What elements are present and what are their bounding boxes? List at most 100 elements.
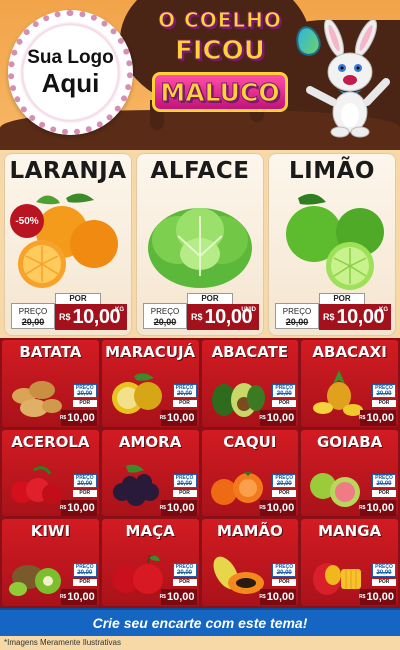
por-label: POR xyxy=(372,579,396,587)
old-price-box: PREÇO 20,00 xyxy=(272,563,297,578)
por-label: POR xyxy=(172,489,197,497)
old-price-box: PREÇO 20,00 xyxy=(372,563,396,578)
current-price-box: R$ 10,00 xyxy=(259,589,297,606)
por-label: POR xyxy=(72,489,97,497)
price: 10,00 xyxy=(166,412,195,424)
currency: R$ xyxy=(259,594,266,601)
old-price-box: PREÇO 20,00 xyxy=(72,473,97,488)
product-name: ALFACE xyxy=(150,158,250,184)
old-price-box: PREÇO 20,00 xyxy=(372,473,396,488)
flyer: Sua Logo Aqui O COELHO FICOU MALUCO LARA… xyxy=(0,0,400,650)
current-price-box: R$ 10,00 xyxy=(359,410,396,426)
orange-icon xyxy=(18,193,118,288)
por-label: POR xyxy=(72,579,97,587)
product-card: MAÇA PREÇO 20,00 POR R$ 10,00 xyxy=(101,519,199,606)
product-card: GOIABA PREÇO 20,00 POR R$ 10,00 xyxy=(301,429,398,517)
price: 10,00 xyxy=(266,501,295,514)
lettuce-icon xyxy=(148,208,252,288)
preco-label: PREÇO xyxy=(75,474,94,481)
product-card: MARACUJÁ PREÇO 20,00 POR R$ 10,00 xyxy=(101,340,199,427)
featured-products: LARANJA -50% POR PREÇO 20,00 R$ 10,00 KG… xyxy=(4,153,396,336)
old-price: 20,00 xyxy=(376,480,392,487)
product-name: ACEROLA xyxy=(11,432,90,451)
old-price: 20,00 xyxy=(176,480,192,487)
mango-icon xyxy=(313,563,362,596)
product-name: CAQUI xyxy=(223,432,277,451)
product-grid: BATATA PREÇO 20,00 POR R$ 10,00 MARACUJÁ… xyxy=(0,338,400,608)
product-card: AMORA PREÇO 20,00 POR R$ 10,00 xyxy=(101,429,199,517)
product-name: MANGA xyxy=(318,522,382,541)
unit: KG xyxy=(379,307,388,313)
product-card: BATATA PREÇO 20,00 POR R$ 10,00 xyxy=(2,340,99,427)
price-tag: POR PREÇO 20,00 R$ 10,00 KG xyxy=(275,293,391,333)
currency: R$ xyxy=(159,504,166,511)
price: 10,00 xyxy=(366,501,394,514)
old-price: 20,00 xyxy=(176,391,192,397)
price: 10,00 xyxy=(166,501,195,514)
price: 10,00 xyxy=(366,591,394,604)
product-name: GOIABA xyxy=(316,432,383,451)
price-tag: POR PREÇO 20,00 R$ 10,00 UNID xyxy=(143,293,259,333)
old-price-box: PREÇO 20,00 xyxy=(172,473,197,488)
old-price-box: PREÇO 20,00 xyxy=(11,303,55,329)
persimmon-icon xyxy=(210,471,263,505)
currency: R$ xyxy=(359,504,366,511)
product-name: ABACAXI xyxy=(312,343,387,361)
preco-label: PREÇO xyxy=(18,307,48,316)
por-label: POR xyxy=(272,489,297,497)
current-price-box: R$ 10,00 xyxy=(359,589,396,606)
current-price-box: R$ 10,00 xyxy=(259,410,297,426)
bunny-mascot-icon xyxy=(306,20,390,138)
currency: R$ xyxy=(259,504,266,511)
unit: UNID xyxy=(241,307,256,313)
product-name: MARACUJÁ xyxy=(105,343,196,361)
old-price-box: PREÇO 20,00 xyxy=(272,384,297,398)
old-price: 20,00 xyxy=(285,317,309,327)
cta-banner[interactable]: Crie seu encarte com este tema! xyxy=(0,608,400,636)
currency: R$ xyxy=(359,415,366,421)
title-top: O COELHO xyxy=(158,8,282,33)
price: 10,00 xyxy=(67,412,95,424)
price-tag: POR PREÇO 20,00 R$ 10,00 KG xyxy=(11,293,127,333)
old-price: 20,00 xyxy=(77,391,93,397)
old-price: 20,00 xyxy=(276,570,292,577)
price: 10,00 xyxy=(72,305,121,328)
header-banner: Sua Logo Aqui O COELHO FICOU MALUCO xyxy=(0,0,400,150)
unit: KG xyxy=(115,307,124,313)
old-price: 20,00 xyxy=(276,480,292,487)
passionfruit-icon xyxy=(111,373,162,414)
current-price-box: R$ 10,00 xyxy=(259,499,297,516)
featured-card: ALFACE POR PREÇO 20,00 R$ 10,00 UNID xyxy=(136,153,264,336)
currency: R$ xyxy=(259,415,266,421)
preco-label: PREÇO xyxy=(175,474,194,481)
product-card: ACEROLA PREÇO 20,00 POR R$ 10,00 xyxy=(2,429,99,517)
guava-icon xyxy=(310,472,361,507)
preco-label: PREÇO xyxy=(150,307,180,316)
old-price-box: PREÇO 20,00 xyxy=(172,384,197,398)
currency: R$ xyxy=(59,504,67,511)
old-price: 20,00 xyxy=(77,570,93,577)
price: 10,00 xyxy=(366,412,394,424)
product-card: ABACATE PREÇO 20,00 POR R$ 10,00 xyxy=(201,340,299,427)
current-price-box: R$ 10,00 KG xyxy=(319,304,391,330)
title-bottom: MALUCO xyxy=(152,72,288,112)
product-name: MAMÃO xyxy=(216,522,283,541)
preco-label: PREÇO xyxy=(282,307,312,316)
price: 10,00 xyxy=(67,501,95,514)
por-label: POR xyxy=(272,579,297,587)
old-price: 20,00 xyxy=(21,317,45,327)
current-price-box: R$ 10,00 xyxy=(160,589,197,606)
product-card: CAQUI PREÇO 20,00 POR R$ 10,00 xyxy=(201,429,299,517)
product-card: MAMÃO PREÇO 20,00 POR R$ 10,00 xyxy=(201,519,299,606)
product-card: ABACAXI PREÇO 20,00 POR R$ 10,00 xyxy=(301,340,398,427)
pineapple-icon xyxy=(313,370,364,416)
currency: R$ xyxy=(59,312,71,322)
current-price-box: R$ 10,00 xyxy=(160,410,197,426)
current-price-box: R$ 10,00 xyxy=(359,499,396,516)
product-card: KIWI PREÇO 20,00 POR R$ 10,00 xyxy=(2,519,99,606)
old-price: 20,00 xyxy=(153,317,177,327)
product-name: MAÇA xyxy=(125,522,175,541)
disclaimer-text: *Imagens Meramente Ilustrativas xyxy=(4,638,121,647)
featured-card: LARANJA -50% POR PREÇO 20,00 R$ 10,00 KG xyxy=(4,153,132,336)
kiwi-icon xyxy=(9,565,61,597)
